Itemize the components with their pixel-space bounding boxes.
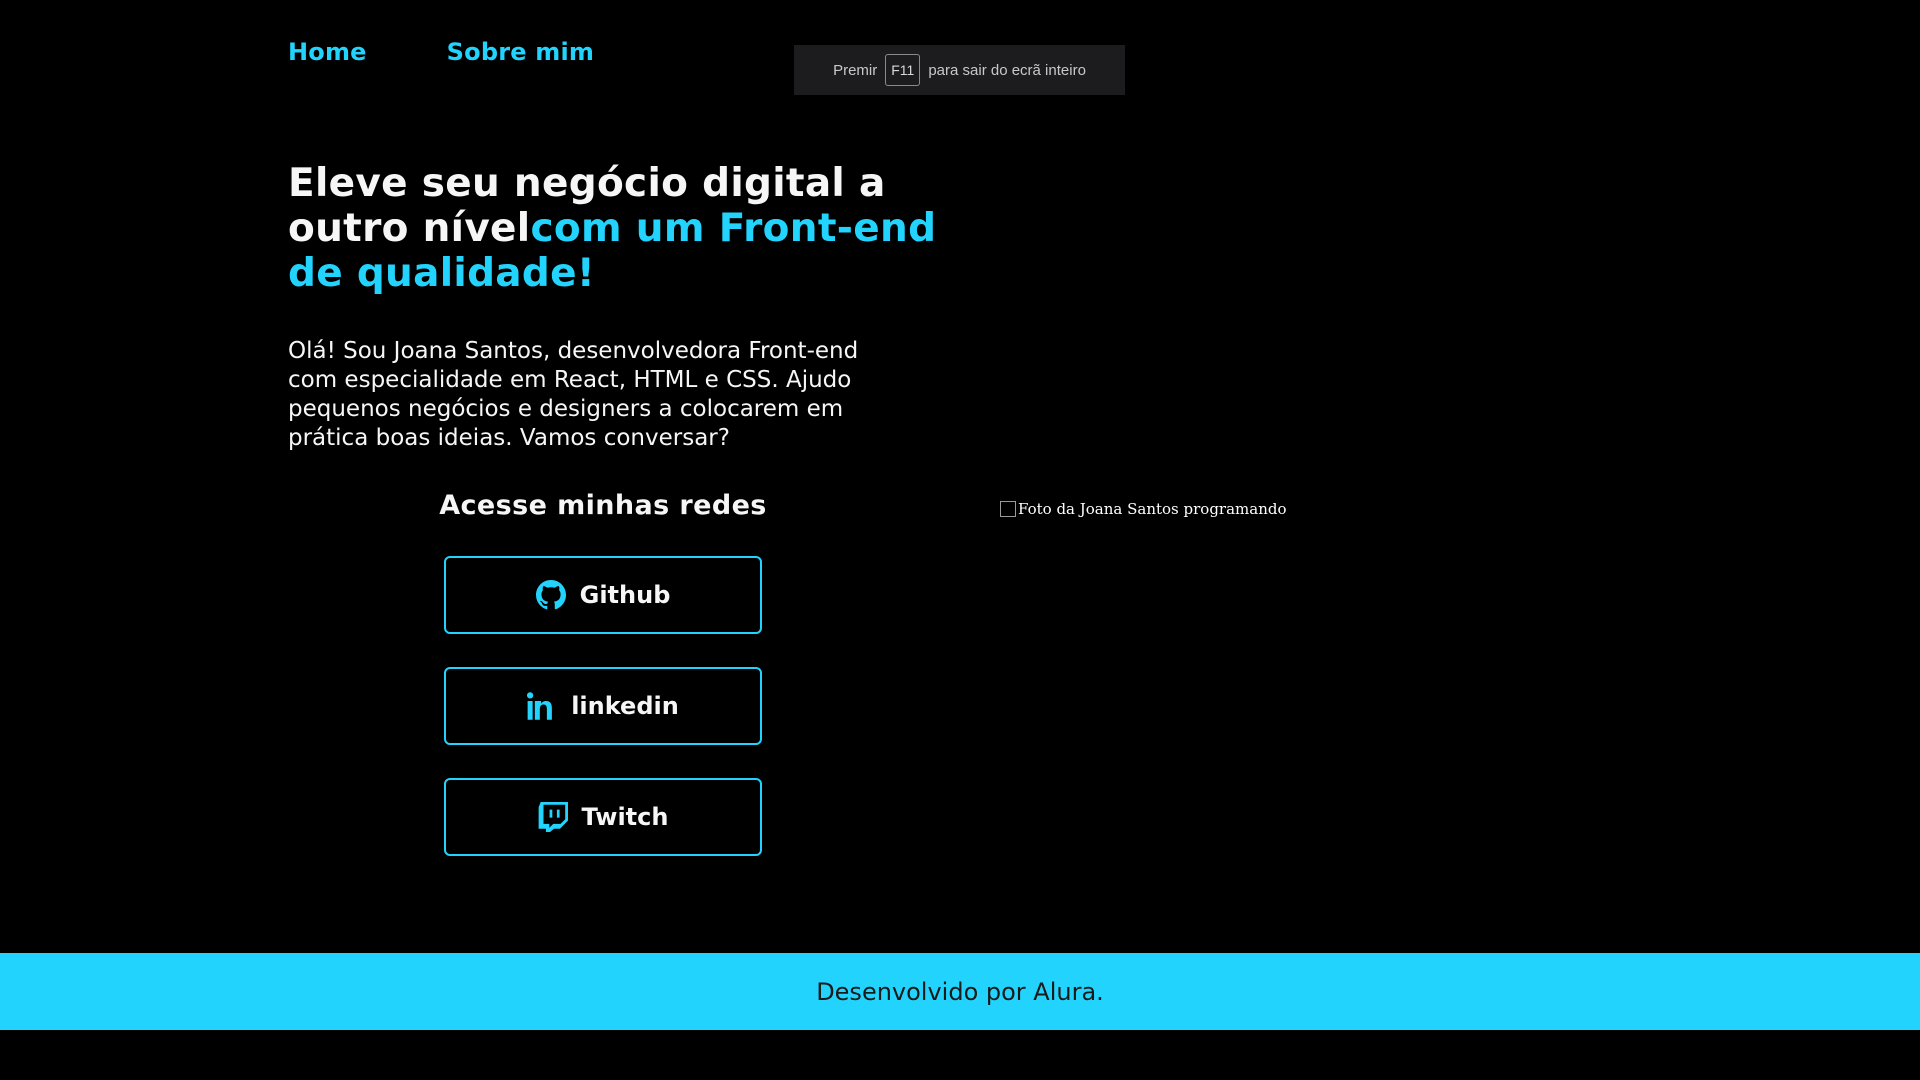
github-icon [535, 580, 566, 610]
linkedin-label: linkedin [571, 692, 679, 720]
nav-link-sobre-mim[interactable]: Sobre mim [447, 38, 594, 66]
main-nav: Home Sobre mim [288, 38, 594, 66]
hero-intro: Olá! Sou Joana Santos, desenvolvedora Fr… [288, 338, 859, 451]
profile-photo-alt-text: Foto da Joana Santos programando [1018, 500, 1287, 518]
social-section-title: Acesse minhas redes [439, 490, 767, 521]
fullscreen-notice-prefix: Premir [833, 61, 878, 79]
twitch-label: Twitch [581, 803, 669, 831]
fullscreen-notice-suffix: para sair do ecrã inteiro [928, 61, 1086, 79]
github-label: Github [579, 581, 671, 609]
linkedin-button[interactable]: linkedin [444, 667, 762, 745]
fullscreen-exit-notice: Premir F11 para sair do ecrã inteiro [794, 45, 1125, 95]
footer-text: Desenvolvido por Alura. [816, 977, 1104, 1006]
nav-link-home[interactable]: Home [288, 38, 367, 66]
github-button[interactable]: Github [444, 556, 762, 634]
twitch-button[interactable]: Twitch [444, 778, 762, 856]
fullscreen-notice-key: F11 [885, 54, 921, 86]
hero-headline: Eleve seu negócio digital a outro nívelc… [288, 161, 948, 296]
linkedin-icon [527, 692, 553, 720]
footer: Desenvolvido por Alura. [0, 953, 1920, 1030]
twitch-icon [538, 802, 568, 832]
profile-photo: Foto da Joana Santos programando [1000, 500, 1287, 518]
broken-image-icon [1000, 501, 1016, 517]
